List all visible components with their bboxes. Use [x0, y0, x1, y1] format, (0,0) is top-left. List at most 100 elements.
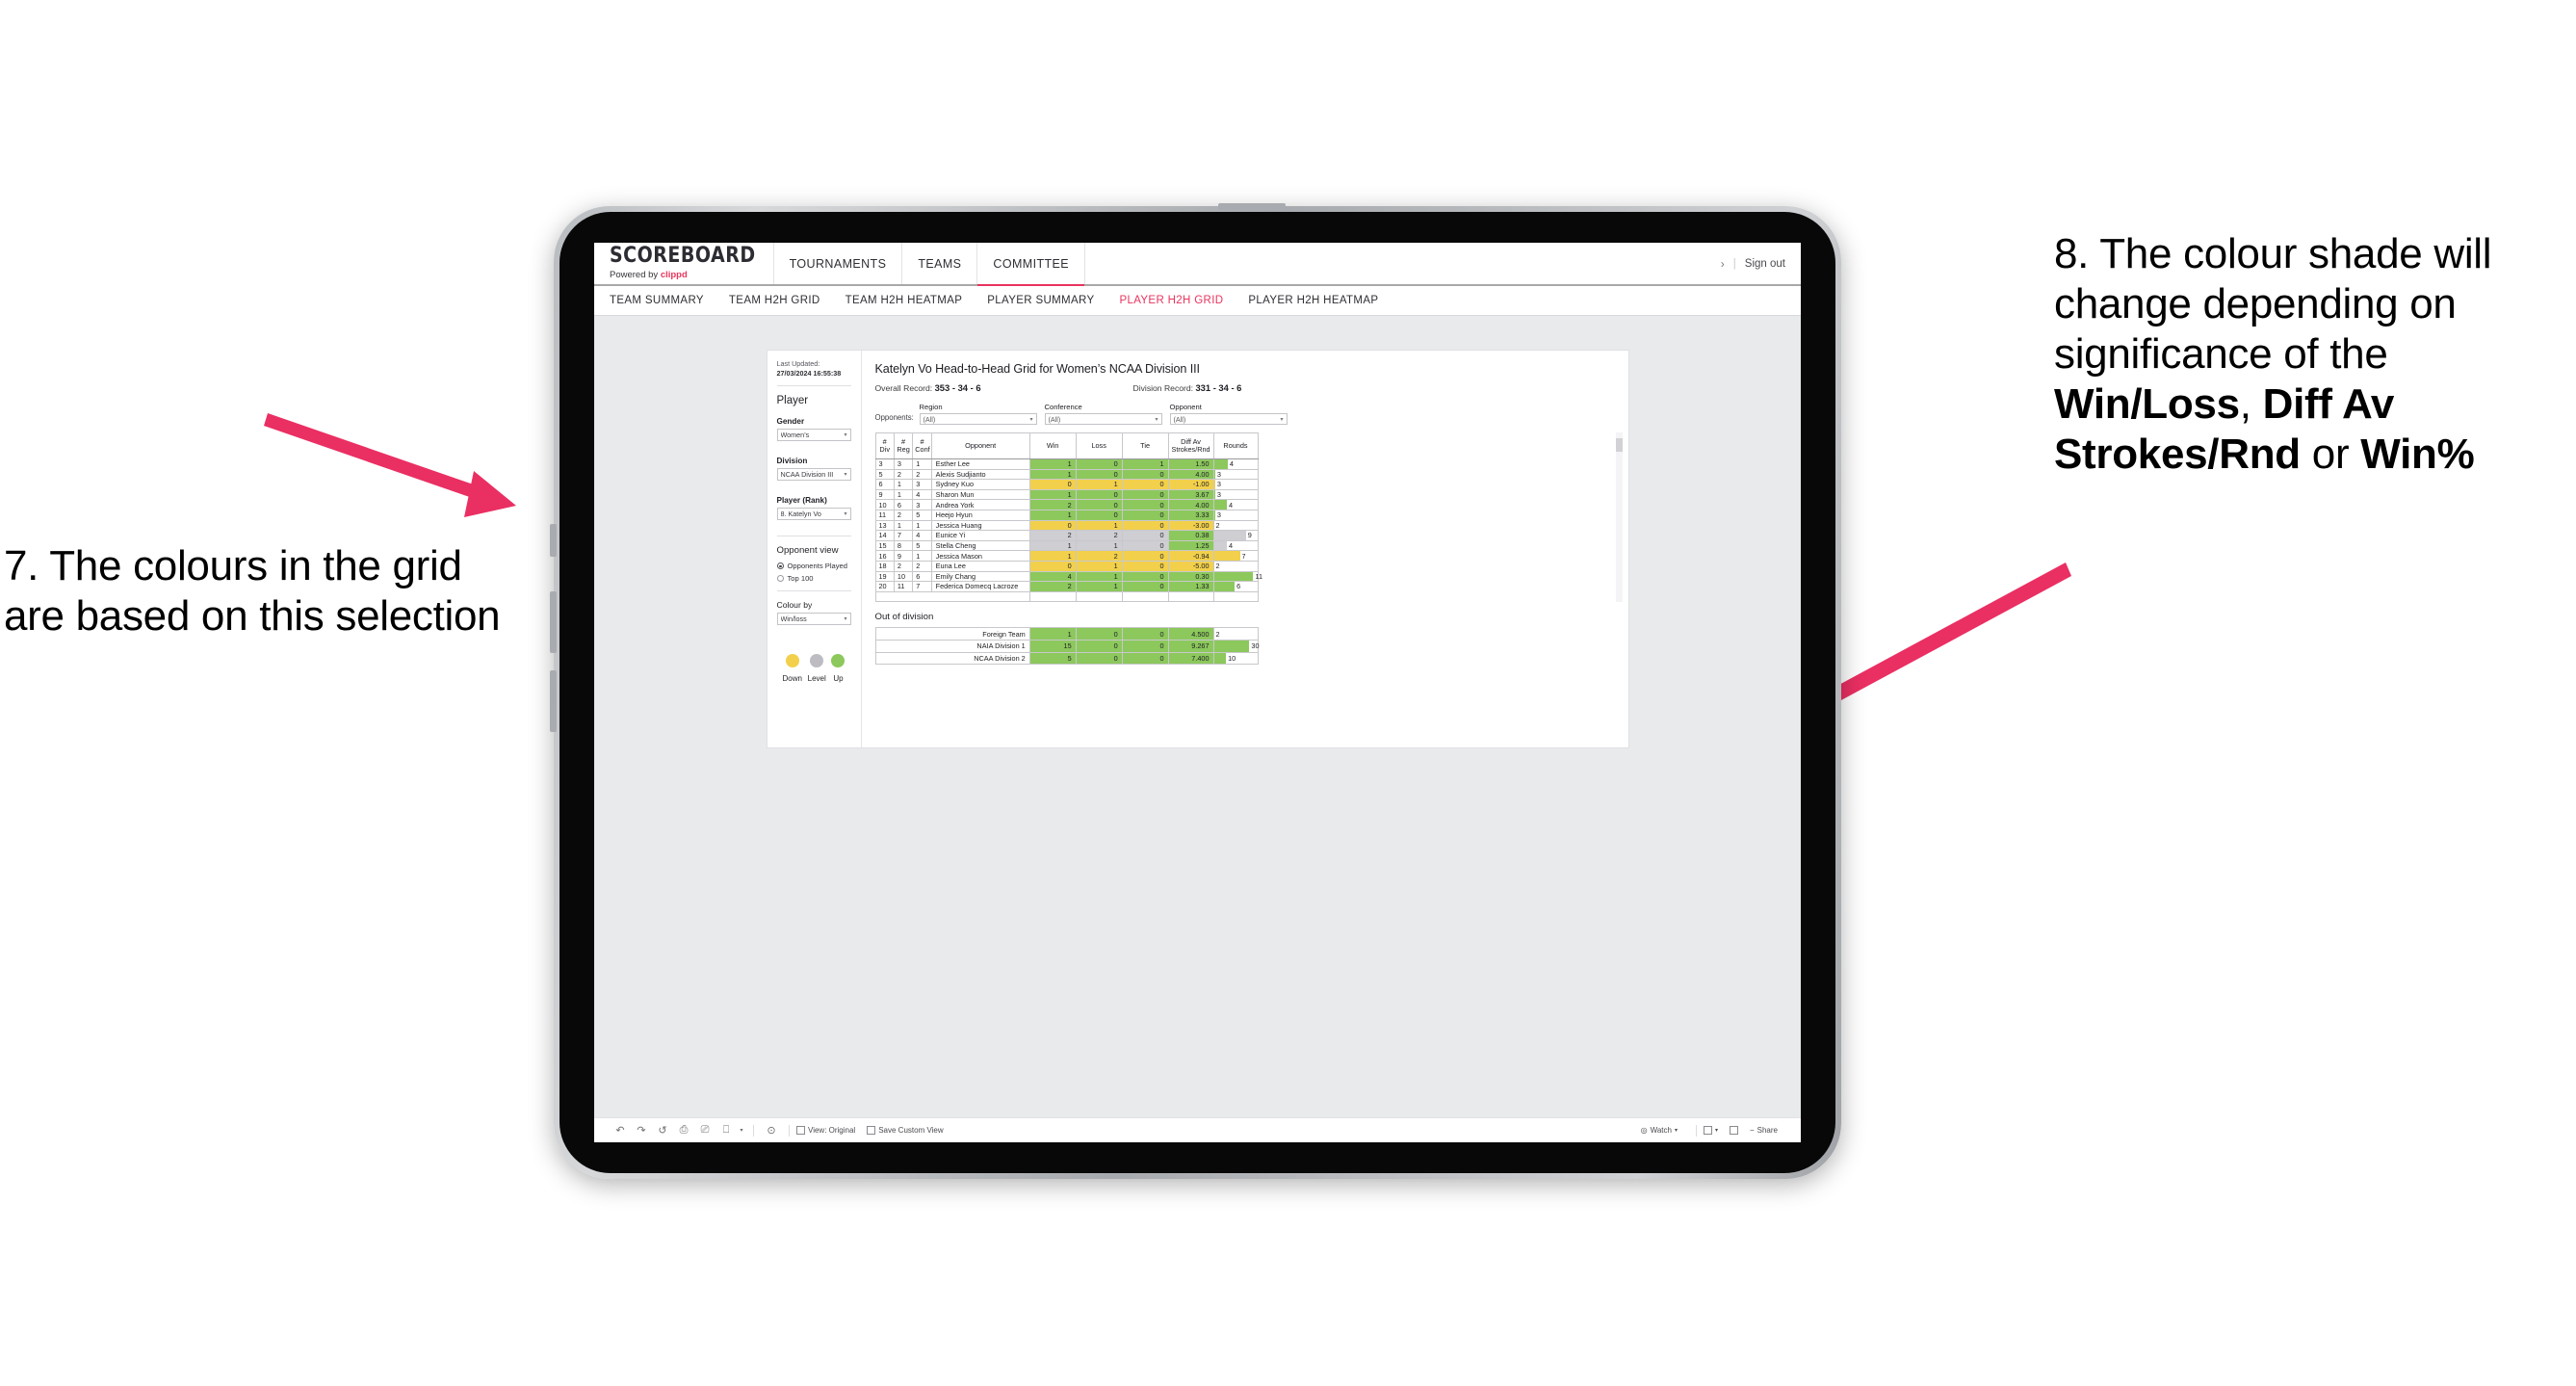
- cell-tie: 0: [1121, 509, 1169, 521]
- table-row[interactable]: 15 8 5 Stella Cheng 1 1 0 1.25 4: [874, 539, 1259, 552]
- primary-nav: TOURNAMENTS TEAMS COMMITTEE: [774, 243, 1085, 286]
- table-row[interactable]: 19 10 6 Emily Chang 4 1 0 0.30 11: [874, 570, 1262, 583]
- cell-rounds: 4: [1212, 499, 1259, 510]
- table-row[interactable]: 20 11 7 Federica Domecq Lacroze 2 1 0 1.33 6: [874, 581, 1259, 592]
- last-updated-value: 27/03/2024 16:55:38: [776, 368, 842, 378]
- radio-top-100[interactable]: Top 100: [776, 574, 851, 583]
- watch-icon: ◎: [1640, 1126, 1648, 1135]
- subnav-team-h2h-heatmap[interactable]: TEAM H2H HEATMAP: [846, 295, 963, 306]
- annotation-right-text: 8. The colour shade will change dependin…: [2054, 229, 2576, 480]
- gender-label: Gender: [776, 417, 805, 427]
- table-header-row: # Div # Reg # Conf Opponent Win Loss Tie Di…: [874, 432, 1259, 459]
- table-row[interactable]: 3 3 1 Esther Lee 1 0 1 1.50 4: [874, 458, 1259, 470]
- rounds-value: 3: [1216, 480, 1221, 489]
- table-row[interactable]: 5 2 2 Alexis Sudjianto 1 0 0 4.00 3: [874, 468, 1259, 481]
- watch-button[interactable]: ◎ Watch ▾: [1641, 1126, 1678, 1135]
- share-button[interactable]: − Share: [1750, 1126, 1778, 1135]
- sign-out-link[interactable]: Sign out: [1745, 258, 1785, 270]
- legend-dot-level: [810, 654, 824, 668]
- cell-div: 6: [874, 479, 895, 490]
- filter-region-select[interactable]: (All) ▾: [919, 413, 1037, 425]
- chevron-down-icon[interactable]: ▾: [737, 1127, 746, 1134]
- brand-logo[interactable]: SCOREBOARD Powered by clippd: [594, 243, 774, 284]
- out-of-division-row[interactable]: Foreign Team 1 0 0 4.500 2: [874, 627, 1259, 641]
- download-button[interactable]: ▾: [1703, 1126, 1718, 1135]
- out-of-division-row[interactable]: NCAA Division 2 5 0 0 7.400 10: [874, 651, 1259, 666]
- cell-reg: 1: [893, 479, 914, 490]
- save-custom-view-button[interactable]: Save Custom View: [867, 1126, 944, 1135]
- cell-tie: 0: [1121, 539, 1169, 552]
- cell-loss: 1: [1075, 519, 1123, 532]
- radio-opponents-played[interactable]: Opponents Played: [776, 562, 851, 570]
- col-win: Win: [1028, 432, 1077, 459]
- cell-conf: 7: [912, 581, 932, 592]
- legend-level: Level: [808, 654, 826, 683]
- fullscreen-button[interactable]: [1729, 1126, 1738, 1135]
- filter-opponent-select[interactable]: (All) ▾: [1169, 413, 1288, 425]
- gender-select[interactable]: Women’s ▾: [776, 429, 851, 442]
- nav-tournaments[interactable]: TOURNAMENTS: [774, 243, 903, 284]
- legend-down: Down: [783, 654, 802, 683]
- table-row[interactable]: 6 1 3 Sydney Kuo 0 1 0 -1.00 3: [874, 479, 1259, 490]
- revert-icon[interactable]: ↺: [652, 1124, 673, 1137]
- h2h-grid: # Div # Reg # Conf Opponent Win Loss Tie Di…: [874, 432, 1262, 603]
- pause-icon[interactable]: ⎚: [694, 1124, 716, 1137]
- vertical-scrollbar[interactable]: [1615, 432, 1623, 603]
- alert-icon[interactable]: ⊙: [761, 1124, 782, 1137]
- table-row[interactable]: 11 2 5 Heejo Hyun 1 0 0 3.33 3: [874, 509, 1259, 521]
- device-top-button: [1218, 203, 1286, 210]
- cell-win: 1: [1028, 539, 1077, 552]
- cell-rounds: 2: [1212, 627, 1259, 641]
- rectangle-select-icon[interactable]: ⎕: [716, 1124, 737, 1137]
- subnav-player-summary[interactable]: PLAYER SUMMARY: [987, 295, 1094, 306]
- toolbar-divider-1: [753, 1124, 754, 1137]
- redo-icon[interactable]: ↷: [631, 1124, 652, 1137]
- cell-rounds: 30: [1212, 639, 1260, 653]
- subnav-player-h2h-grid[interactable]: PLAYER H2H GRID: [1119, 295, 1223, 306]
- cell-rounds: 6: [1212, 581, 1259, 592]
- save-custom-view-label: Save Custom View: [878, 1126, 944, 1135]
- cell-win: 1: [1028, 488, 1077, 501]
- viz-canvas: Last Updated: 27/03/2024 16:55:38 Player…: [594, 316, 1801, 1142]
- cell-tie: 0: [1121, 639, 1169, 653]
- cell-div: 3: [874, 458, 895, 470]
- table-row[interactable]: 10 6 3 Andrea York 2 0 0 4.00 4: [874, 499, 1259, 510]
- rounds-bar-cell: 30: [1213, 640, 1260, 652]
- table-row[interactable]: 18 2 2 Euna Lee 0 1 0 -5.00 2: [874, 560, 1259, 572]
- subnav-team-summary[interactable]: TEAM SUMMARY: [610, 295, 704, 306]
- table-row[interactable]: 16 9 1 Jessica Mason 1 2 0 -0.94 7: [874, 550, 1259, 562]
- cell-win: 1: [1028, 627, 1077, 641]
- division-select[interactable]: NCAA Division III ▾: [776, 468, 851, 482]
- secondary-nav: TEAM SUMMARY TEAM H2H GRID TEAM H2H HEAT…: [594, 286, 1801, 316]
- cell-div: 19: [874, 570, 895, 583]
- table-row[interactable]: 14 7 4 Eunice Yi 2 2 0 0.38 9: [874, 530, 1259, 541]
- cell-loss: 0: [1075, 639, 1123, 653]
- undo-icon[interactable]: ↶: [610, 1124, 631, 1137]
- cell-div: 9: [874, 488, 895, 501]
- colour-by-select[interactable]: Win/loss ▾: [776, 613, 851, 626]
- subnav-player-h2h-heatmap[interactable]: PLAYER H2H HEATMAP: [1248, 295, 1378, 306]
- cell-div: 20: [874, 581, 895, 592]
- view-original-button[interactable]: View: Original: [796, 1126, 855, 1135]
- nav-teams[interactable]: TEAMS: [902, 243, 978, 284]
- cell-tie: 0: [1121, 488, 1169, 501]
- table-row[interactable]: 13 1 1 Jessica Huang 0 1 0 -3.00 2: [874, 519, 1259, 532]
- cell-reg: 6: [893, 499, 914, 510]
- sidebar-heading-player: Player: [776, 395, 809, 407]
- nav-committee[interactable]: COMMITTEE: [977, 243, 1085, 286]
- annotation-right-mid2: or: [2300, 430, 2361, 478]
- division-record: Division Record: 331 - 34 - 6: [1133, 382, 1242, 393]
- refresh-icon[interactable]: ⎙: [673, 1124, 694, 1137]
- legend-up: Up: [831, 654, 846, 683]
- chevron-right-icon[interactable]: ›: [1721, 257, 1725, 271]
- player-rank-select[interactable]: 8. Katelyn Vo ▾: [776, 508, 851, 521]
- scrollbar-thumb[interactable]: [1615, 438, 1623, 452]
- rounds-bar-cell: 3: [1213, 489, 1258, 500]
- viz-sidebar: Last Updated: 27/03/2024 16:55:38 Player…: [768, 351, 862, 747]
- subnav-team-h2h-grid[interactable]: TEAM H2H GRID: [729, 295, 820, 306]
- table-row[interactable]: 9 1 4 Sharon Mun 1 0 0 3.67 3: [874, 488, 1259, 501]
- toolbar-right-group: ◎ Watch ▾ ▾ − Share: [1641, 1124, 1801, 1137]
- filter-conference-select[interactable]: (All) ▾: [1044, 413, 1162, 425]
- out-of-division-row[interactable]: NAIA Division 1 15 0 0 9.267 30: [874, 639, 1260, 653]
- records-row: Overall Record: 353 - 34 - 6 Division Re…: [875, 382, 1615, 393]
